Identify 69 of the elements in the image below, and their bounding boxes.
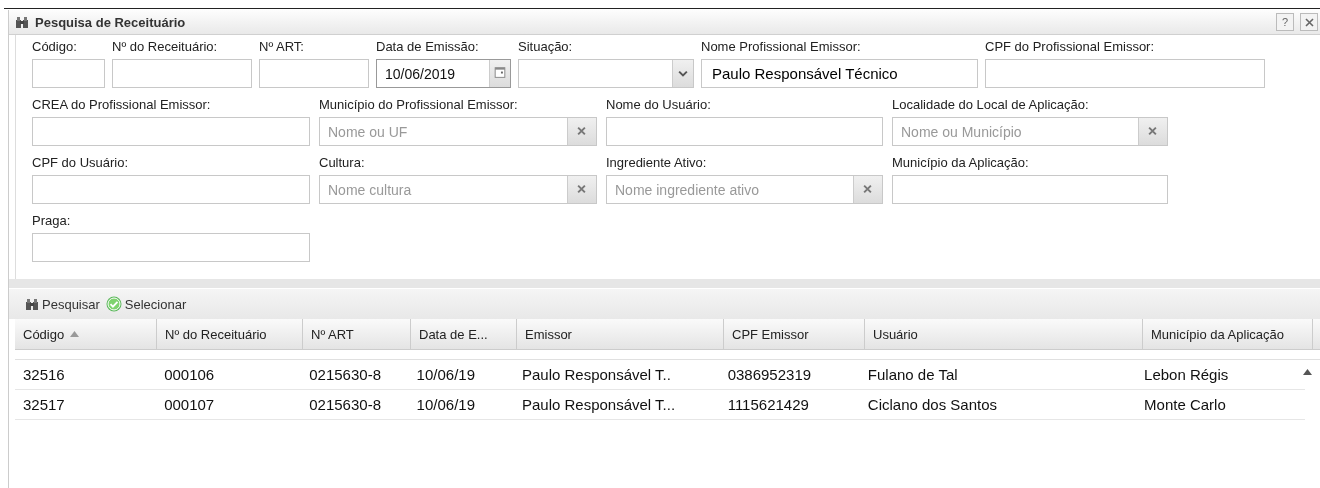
field-label: Município da Aplicação: bbox=[892, 155, 1030, 170]
column-header[interactable]: Município da Aplicação bbox=[1143, 319, 1313, 349]
check-circle-icon bbox=[105, 296, 122, 312]
chevron-down-icon[interactable] bbox=[672, 60, 693, 87]
field-label: Data de Emissão: bbox=[376, 39, 480, 54]
close-button[interactable] bbox=[1300, 13, 1318, 31]
field-label: CPF do Profissional Emissor: bbox=[985, 39, 1156, 54]
text-field[interactable] bbox=[606, 117, 883, 146]
column-header[interactable]: Nº ART bbox=[303, 319, 411, 349]
select-button[interactable]: Selecionar bbox=[105, 296, 187, 312]
scroll-up-icon[interactable] bbox=[1303, 369, 1312, 375]
column-header[interactable]: Data de E... bbox=[411, 319, 517, 349]
table-cell-text: 0215630-8 bbox=[308, 365, 382, 385]
text-field[interactable] bbox=[892, 175, 1168, 204]
table-cell-text: 0215630-8 bbox=[308, 395, 382, 415]
table-cell-text: Monte Carlo bbox=[1143, 395, 1227, 415]
window-title: Pesquisa de Receituário bbox=[35, 14, 186, 30]
sort-ascending-icon bbox=[70, 331, 80, 337]
text-field[interactable] bbox=[32, 59, 105, 88]
search-button[interactable]: Pesquisar bbox=[25, 296, 100, 312]
clear-icon[interactable] bbox=[1138, 118, 1167, 145]
column-header[interactable]: Emissor bbox=[517, 319, 724, 349]
binoculars-icon bbox=[25, 297, 39, 311]
field-label: Código: bbox=[32, 39, 78, 54]
help-button[interactable]: ? bbox=[1276, 13, 1294, 31]
field-label: Nome do Usuário: bbox=[606, 97, 712, 112]
text-field[interactable] bbox=[259, 59, 369, 88]
column-header[interactable]: Nº do Receituário bbox=[157, 319, 303, 349]
column-header[interactable]: Usuário bbox=[865, 319, 1143, 349]
text-field[interactable] bbox=[32, 117, 310, 146]
table-cell-text: 000107 bbox=[163, 395, 216, 415]
table-cell-text: Paulo Responsável T.. bbox=[520, 365, 672, 385]
column-header[interactable]: Código bbox=[15, 319, 157, 349]
table-cell-text: 1115621429 bbox=[726, 395, 810, 415]
field-label: Localidade do Local de Aplicação: bbox=[892, 97, 1090, 112]
field-label: Município do Profissional Emissor: bbox=[319, 97, 519, 112]
field-label: Praga: bbox=[32, 213, 72, 228]
field-label: CREA do Profissional Emissor: bbox=[32, 97, 212, 112]
binoculars-icon bbox=[15, 15, 29, 29]
text-field[interactable] bbox=[32, 175, 310, 204]
dropdown-field[interactable] bbox=[518, 59, 694, 88]
table-cell-text: 000106 bbox=[163, 365, 216, 385]
date-field[interactable]: 10/06/2019 bbox=[376, 59, 511, 88]
field-label: Ingrediente Ativo: bbox=[606, 155, 708, 170]
table-cell-text: 32516 bbox=[22, 365, 66, 385]
table-cell-text: 0386952319 bbox=[726, 365, 813, 385]
text-field[interactable] bbox=[112, 59, 252, 88]
table-cell-text: Fulano de Tal bbox=[866, 365, 959, 385]
table-cell-text: Lebon Régis bbox=[1143, 365, 1230, 385]
table-cell-text: 10/06/19 bbox=[415, 395, 476, 415]
field-label: Situação: bbox=[518, 39, 574, 54]
clear-icon[interactable] bbox=[853, 176, 882, 203]
text-field[interactable] bbox=[32, 233, 310, 262]
calendar-icon[interactable] bbox=[489, 60, 510, 87]
table-cell-text: 32517 bbox=[22, 395, 66, 415]
table-cell-text: Paulo Responsável T... bbox=[520, 395, 677, 415]
field-label: Nº do Receituário: bbox=[112, 39, 219, 54]
clear-icon[interactable] bbox=[567, 118, 596, 145]
table-cell-text: 10/06/19 bbox=[415, 365, 476, 385]
clear-icon[interactable] bbox=[567, 176, 596, 203]
close-icon bbox=[1304, 17, 1314, 27]
field-label: Cultura: bbox=[319, 155, 366, 170]
text-field[interactable] bbox=[985, 59, 1265, 88]
table-cell-text: Ciclano dos Santos bbox=[866, 395, 999, 415]
text-field[interactable]: Paulo Responsável Técnico bbox=[701, 59, 978, 88]
field-label: Nº ART: bbox=[259, 39, 305, 54]
column-header[interactable]: CPF Emissor bbox=[724, 319, 865, 349]
field-label: Nome Profissional Emissor: bbox=[701, 39, 862, 54]
field-label: CPF do Usuário: bbox=[32, 155, 130, 170]
